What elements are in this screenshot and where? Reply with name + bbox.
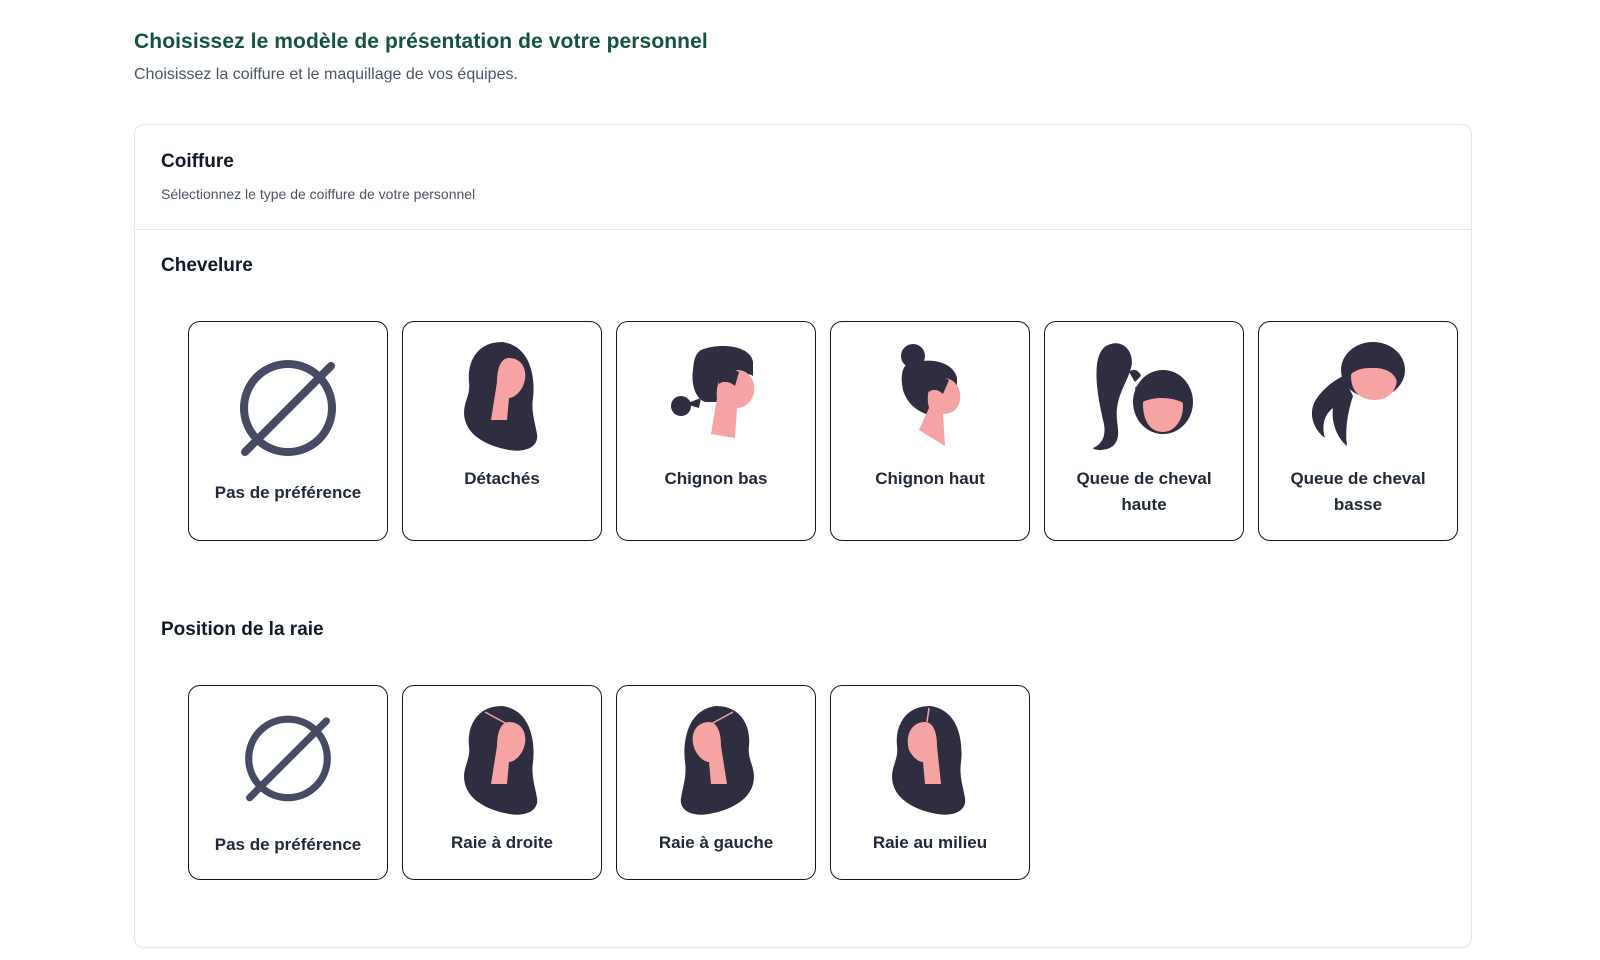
high-bun-icon: [901, 344, 961, 446]
option-label: Raie à gauche: [658, 833, 774, 852]
page-title: Choisissez le modèle de présentation de …: [134, 30, 708, 53]
low-bun-icon: [671, 346, 755, 438]
part-right-icon: [464, 706, 538, 815]
coiffure-card: Coiffure Sélectionnez le type de coiffur…: [134, 124, 1472, 948]
no-preference-icon: [245, 715, 331, 802]
no-preference-icon: [240, 360, 336, 456]
option-label: Pas de préférence: [214, 483, 362, 502]
option-chevelure-detaches[interactable]: Détachés: [402, 321, 602, 541]
raie-options: Pas de préférence Raie à droite Raie à g…: [188, 685, 1030, 880]
card-description: Sélectionnez le type de coiffure de votr…: [161, 186, 476, 202]
option-raie-gauche[interactable]: Raie à gauche: [616, 685, 816, 880]
part-middle-icon: [892, 706, 966, 815]
option-label: Chignon bas: [664, 469, 768, 488]
section-title-raie: Position de la raie: [161, 619, 324, 640]
option-chevelure-queue-basse[interactable]: Queue de cheval basse: [1258, 321, 1458, 541]
card-header: Coiffure Sélectionnez le type de coiffur…: [135, 125, 1471, 230]
option-chevelure-chignon-haut[interactable]: Chignon haut: [830, 321, 1030, 541]
high-ponytail-icon: [1093, 343, 1193, 450]
hair-loose-icon: [464, 342, 538, 451]
option-chevelure-no-preference[interactable]: Pas de préférence: [188, 321, 388, 541]
low-ponytail-icon: [1311, 342, 1405, 446]
page-subtitle: Choisissez la coiffure et le maquillage …: [134, 66, 518, 83]
option-raie-droite[interactable]: Raie à droite: [402, 685, 602, 880]
option-label: Détachés: [464, 469, 540, 488]
card-title: Coiffure: [161, 151, 234, 172]
option-label: Raie à droite: [450, 833, 554, 852]
option-raie-no-preference[interactable]: Pas de préférence: [188, 685, 388, 880]
option-label: Chignon haut: [875, 469, 985, 488]
option-chevelure-queue-haute[interactable]: Queue de cheval haute: [1044, 321, 1244, 541]
option-chevelure-chignon-bas[interactable]: Chignon bas: [616, 321, 816, 541]
option-label: Queue de cheval basse: [1290, 469, 1426, 514]
section-title-chevelure: Chevelure: [161, 255, 253, 276]
option-label: Raie au milieu: [872, 833, 988, 852]
part-left-icon: [680, 706, 754, 815]
page: Choisissez le modèle de présentation de …: [0, 0, 1600, 960]
option-label: Pas de préférence: [214, 835, 362, 854]
option-label: Queue de cheval haute: [1076, 469, 1212, 514]
chevelure-options: Pas de préférence Détachés Chignon bas C…: [188, 321, 1458, 541]
option-raie-milieu[interactable]: Raie au milieu: [830, 685, 1030, 880]
